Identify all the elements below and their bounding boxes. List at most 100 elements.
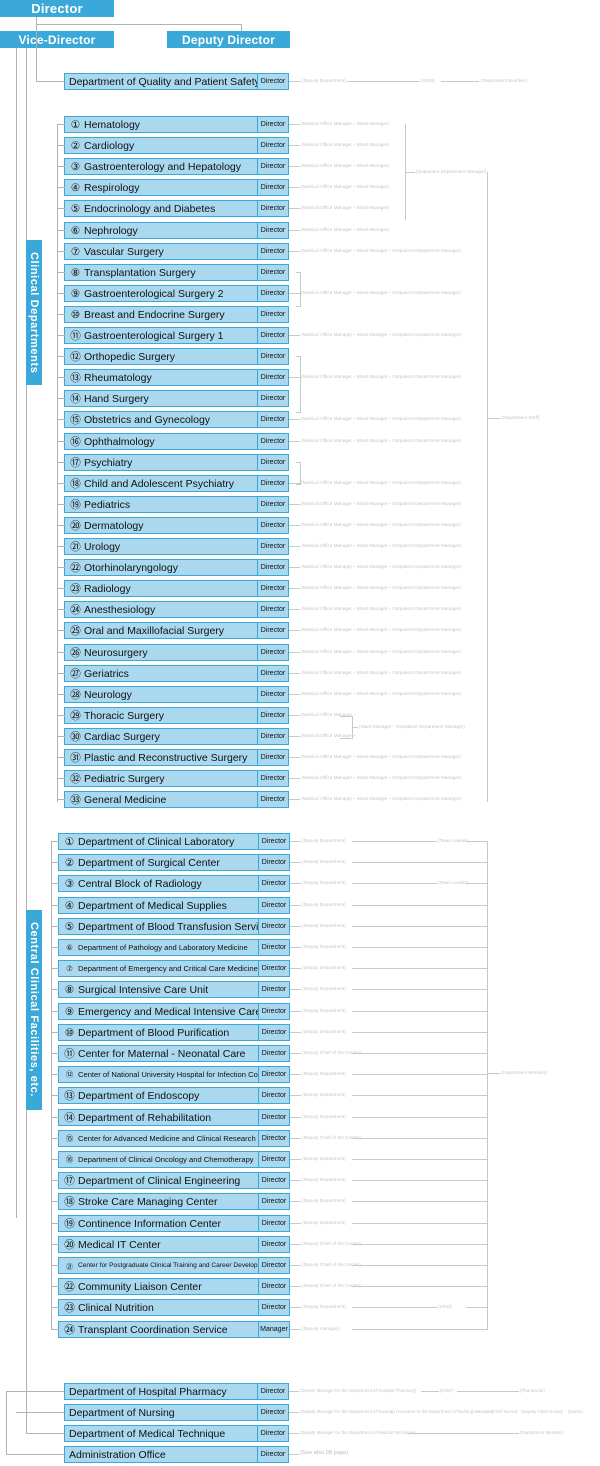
row-clinical-department[interactable]: ④ Respirology Director: [64, 179, 289, 196]
connector: [289, 377, 300, 378]
row-central-clinical[interactable]: ② Department of Surgical Center Director: [58, 854, 290, 871]
row-central-clinical[interactable]: ⑧ Surgical Intensive Care Unit Director: [58, 981, 290, 998]
row-central-clinical[interactable]: ⑯ Department of Clinical Oncology and Che…: [58, 1151, 290, 1168]
connector: [57, 736, 65, 737]
connector: [290, 1159, 301, 1160]
row-central-clinical[interactable]: ㉔ Transplant Coordination Service Manager: [58, 1321, 290, 1338]
row-clinical-department[interactable]: ⑨ Gastroenterological Surgery 2 Director: [64, 285, 289, 302]
row-central-clinical[interactable]: ⑰ Department of Clinical Engineering Direc…: [58, 1172, 290, 1189]
row-clinical-department[interactable]: ⑤ Endocrinology and Diabetes Director: [64, 200, 289, 217]
row-role: Director: [258, 939, 290, 956]
row-number: ⑱: [70, 478, 81, 490]
row-central-clinical[interactable]: ⑮ Center for Advanced Medicine and Clinic…: [58, 1130, 290, 1147]
row-central-clinical[interactable]: ③ Central Block of Radiology Director: [58, 875, 290, 892]
row-role: Director: [257, 243, 289, 260]
row-clinical-department[interactable]: ㉝ General Medicine Director: [64, 791, 289, 808]
box-deputy-director[interactable]: Deputy Director: [167, 31, 290, 48]
connector: [6, 1391, 64, 1392]
row-clinical-department[interactable]: ⑳ Dermatology Director: [64, 517, 289, 534]
row-clinical-department[interactable]: ⑬ Rheumatology Director: [64, 369, 289, 386]
row-clinical-department[interactable]: ㉙ Thoracic Surgery Director: [64, 707, 289, 724]
row-number: ④: [70, 181, 81, 194]
annotation-nursing-assistant: (Assistant to the Department of Nursing …: [396, 1409, 494, 1414]
row-clinical-department[interactable]: ⑥ Nephrology Director: [64, 222, 289, 239]
connector: [57, 251, 65, 252]
connector: [352, 1244, 488, 1245]
box-director[interactable]: Director: [0, 0, 114, 17]
row-label: Geriatrics: [84, 667, 129, 680]
row-clinical-department[interactable]: ② Cardiology Director: [64, 137, 289, 154]
row-central-clinical[interactable]: ⑤ Department of Blood Transfusion Service…: [58, 918, 290, 935]
row-clinical-department[interactable]: ㉖ Neurosurgery Director: [64, 644, 289, 661]
row-central-clinical[interactable]: ⑱ Stroke Care Managing Center Director: [58, 1193, 290, 1210]
row-label: Hematology: [84, 118, 141, 131]
row-central-clinical[interactable]: ⑩ Department of Blood Purification Directo…: [58, 1024, 290, 1041]
row-role: Director: [257, 264, 289, 281]
row-clinical-department[interactable]: ㉜ Pediatric Surgery Director: [64, 770, 289, 787]
row-role: Director: [258, 1109, 290, 1126]
connector: [51, 1138, 59, 1139]
row-name: Department of Quality and Patient Safety: [64, 73, 257, 90]
connector: [57, 335, 65, 336]
connector: [290, 1095, 301, 1096]
row-name: ⑥ Nephrology: [64, 222, 257, 239]
row-bottom-department[interactable]: Department of Nursing Director: [64, 1404, 289, 1421]
row-clinical-department[interactable]: ⑯ Ophthalmology Director: [64, 433, 289, 450]
row-clinical-department[interactable]: ㉑ Urology Director: [64, 538, 289, 555]
row-clinical-department[interactable]: ㉓ Radiology Director: [64, 580, 289, 597]
row-clinical-department[interactable]: ㉗ Geriatrics Director: [64, 665, 289, 682]
row-clinical-department[interactable]: ⑱ Child and Adolescent Psychiatry Director: [64, 475, 289, 492]
row-clinical-department[interactable]: ① Hematology Director: [64, 116, 289, 133]
row-clinical-department[interactable]: ㉕ Oral and Maxillofacial Surgery Director: [64, 622, 289, 639]
row-clinical-department[interactable]: ㉘ Neurology Director: [64, 686, 289, 703]
annotation-grm: (GRM): [421, 78, 436, 83]
box-vice-director[interactable]: Vice-Director: [0, 31, 114, 48]
connector: [51, 905, 59, 906]
row-central-clinical[interactable]: ⑥ Department of Pathology and Laboratory …: [58, 939, 290, 956]
row-central-clinical[interactable]: ④ Department of Medical Supplies Director: [58, 897, 290, 914]
row-central-clinical[interactable]: ㉓ Clinical Nutrition Director: [58, 1299, 290, 1316]
row-number: ④: [64, 899, 75, 912]
row-clinical-department[interactable]: ㉚ Cardiac Surgery Director: [64, 728, 289, 745]
row-clinical-department[interactable]: ⑩ Breast and Endocrine Surgery Director: [64, 306, 289, 323]
row-central-clinical[interactable]: ⑨Emergency and Medical Intensive Care Un…: [58, 1003, 290, 1020]
row-central-clinical[interactable]: ⑦ Department of Emergency and Critical Ca…: [58, 960, 290, 977]
row-number: ①: [70, 118, 81, 131]
row-central-clinical[interactable]: ⑭ Department of Rehabilitation Director: [58, 1109, 290, 1126]
row-central-clinical[interactable]: ㉑ Center for Postgraduate Clinical Traini…: [58, 1257, 290, 1274]
connector: [289, 166, 300, 167]
row-central-clinical[interactable]: ⑪ Center for Maternal - Neonatal Care Dire…: [58, 1045, 290, 1062]
connector: [57, 272, 65, 273]
row-bottom-department[interactable]: Administration Office Director: [64, 1446, 289, 1463]
row-bottom-department[interactable]: Department of Hospital Pharmacy Director: [64, 1383, 289, 1400]
row-clinical-department[interactable]: ⑪ Gastroenterological Surgery 1 Director: [64, 327, 289, 344]
row-central-clinical[interactable]: ⑫ Center of National University Hospital …: [58, 1066, 290, 1083]
row-clinical-department[interactable]: ⑭ Hand Surgery Director: [64, 390, 289, 407]
row-central-clinical[interactable]: ① Department of Clinical Laboratory Direct…: [58, 833, 290, 850]
row-quality-safety[interactable]: Department of Quality and Patient Safety…: [64, 73, 289, 90]
connector: [57, 588, 65, 589]
row-clinical-department[interactable]: ⑧ Transplantation Surgery Director: [64, 264, 289, 281]
row-clinical-department[interactable]: ㉛ Plastic and Reconstructive Surgery Direc…: [64, 749, 289, 766]
row-central-clinical[interactable]: ㉒ Community Liaison Center Director: [58, 1278, 290, 1295]
connector: [289, 187, 300, 188]
connector: [457, 1391, 519, 1392]
row-clinical-department[interactable]: ⑰ Psychiatry Director: [64, 454, 289, 471]
row-clinical-department[interactable]: ⑫ Orthopedic Surgery Director: [64, 348, 289, 365]
row-number: ⑬: [70, 372, 81, 384]
row-clinical-department[interactable]: ③ Gastroenterology and Hepatology Director: [64, 158, 289, 175]
row-clinical-department[interactable]: ㉒ Otorhinolaryngology Director: [64, 559, 289, 576]
row-clinical-department[interactable]: ㉔ Anesthesiology Director: [64, 601, 289, 618]
annotation-clinical-24: (Medical Office Manager・Ward Manager・Out…: [301, 606, 462, 611]
row-central-clinical[interactable]: ⑬ Department of Endoscopy Director: [58, 1087, 290, 1104]
connector: [290, 989, 301, 990]
row-bottom-department[interactable]: Department of Medical Technique Director: [64, 1425, 289, 1442]
row-clinical-department[interactable]: ⑦ Vascular Surgery Director: [64, 243, 289, 260]
row-clinical-department[interactable]: ⑲ Pediatrics Director: [64, 496, 289, 513]
row-clinical-department[interactable]: ⑮ Obstetrics and Gynecology Director: [64, 411, 289, 428]
row-central-clinical[interactable]: ⑳ Medical IT Center Director: [58, 1236, 290, 1253]
row-central-clinical[interactable]: ⑲ Continence Information Center Director: [58, 1215, 290, 1232]
row-number: ⑦: [70, 245, 81, 258]
row-label: Neurology: [84, 688, 132, 701]
row-number: ⑫: [65, 1070, 74, 1079]
